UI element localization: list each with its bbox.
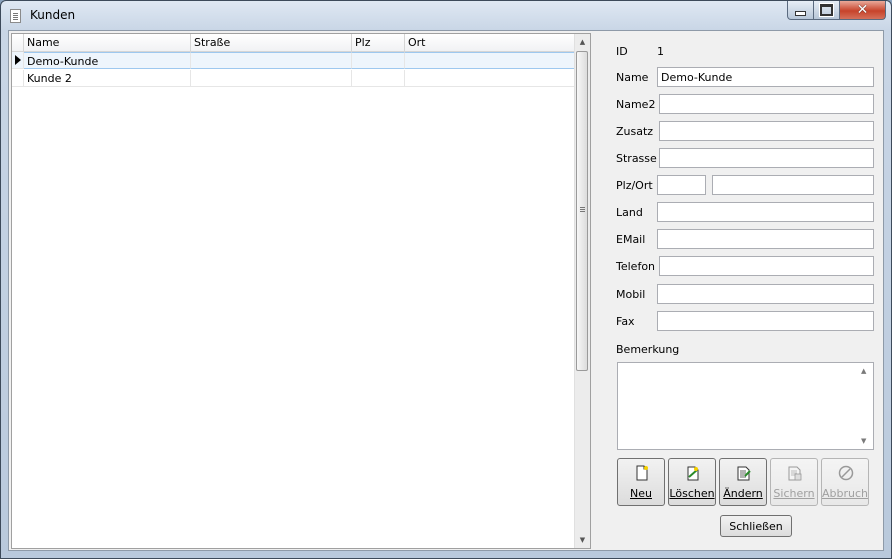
zusatz-field[interactable] <box>659 121 874 141</box>
name-field[interactable] <box>657 67 874 87</box>
neu-button[interactable]: Neu <box>617 458 665 506</box>
row-indicator <box>12 70 24 87</box>
cell-ort[interactable] <box>405 52 578 69</box>
window-title: Kunden <box>30 8 76 22</box>
window-controls: ✕ <box>787 1 886 20</box>
minimize-icon <box>795 10 806 16</box>
edit-document-icon <box>737 466 751 481</box>
fax-label: Fax <box>616 315 635 328</box>
new-document-icon <box>636 465 648 481</box>
minimize-button[interactable] <box>787 1 814 20</box>
customer-grid[interactable]: Name Straße Plz Ort Demo-Kunde Kunde 2 ▲… <box>11 33 591 549</box>
panel-splitter[interactable] <box>594 33 600 549</box>
column-header-ort[interactable]: Ort <box>405 34 578 51</box>
row-indicator <box>12 52 24 69</box>
email-label: EMail <box>616 233 646 246</box>
title-bar[interactable]: Kunden ✕ <box>1 1 891 30</box>
customer-detail-form: ID 1 Name Name2 Zusatz Strasse Plz/Ort L… <box>603 31 883 550</box>
action-button-row: Neu Löschen Ändern Sichern Abbruch <box>617 458 869 506</box>
cell-name[interactable]: Kunde 2 <box>24 70 191 87</box>
fax-field[interactable] <box>657 311 874 331</box>
maximize-button[interactable] <box>814 1 840 20</box>
plzort-label: Plz/Ort <box>616 179 653 192</box>
save-document-icon <box>788 466 802 481</box>
cancel-icon <box>838 465 854 481</box>
telefon-label: Telefon <box>616 260 656 273</box>
strasse-field[interactable] <box>659 148 874 168</box>
grip-icon <box>580 207 585 208</box>
id-label: ID <box>616 45 628 58</box>
client-area: Name Straße Plz Ort Demo-Kunde Kunde 2 ▲… <box>8 30 884 551</box>
abbruch-button-label: Abbruch <box>822 487 869 500</box>
cell-plz[interactable] <box>352 52 405 69</box>
grid-header-indicator <box>12 34 24 51</box>
aendern-button[interactable]: Ändern <box>719 458 767 506</box>
plz-field[interactable] <box>657 175 706 195</box>
strasse-label: Strasse <box>616 152 657 165</box>
delete-document-icon <box>687 466 699 481</box>
table-row[interactable]: Demo-Kunde <box>12 52 578 69</box>
name-label: Name <box>616 71 649 84</box>
land-field[interactable] <box>657 202 874 222</box>
loeschen-button[interactable]: Löschen <box>668 458 716 506</box>
land-label: Land <box>616 206 643 219</box>
bemerkung-scrollbar[interactable]: ▲ ▼ <box>857 363 873 449</box>
column-header-plz[interactable]: Plz <box>352 34 405 51</box>
mobil-label: Mobil <box>616 288 646 301</box>
scrollbar-thumb[interactable] <box>576 51 588 371</box>
grid-header: Name Straße Plz Ort <box>12 34 578 52</box>
name2-field[interactable] <box>659 94 874 114</box>
bemerkung-label: Bemerkung <box>616 343 680 356</box>
neu-button-label: Neu <box>630 487 652 500</box>
id-value: 1 <box>657 45 664 58</box>
column-header-name[interactable]: Name <box>24 34 191 51</box>
table-row[interactable]: Kunde 2 <box>12 70 578 87</box>
sichern-button[interactable]: Sichern <box>770 458 818 506</box>
document-list-icon <box>10 9 21 23</box>
mobil-field[interactable] <box>657 284 874 304</box>
ort-field[interactable] <box>712 175 874 195</box>
current-row-arrow-icon <box>15 55 21 65</box>
cell-plz[interactable] <box>352 70 405 87</box>
maximize-icon <box>819 3 834 17</box>
scroll-down-arrow-icon[interactable]: ▼ <box>861 437 866 445</box>
schliessen-button[interactable]: Schließen <box>720 515 792 537</box>
email-field[interactable] <box>657 229 874 249</box>
bemerkung-textarea[interactable]: ▲ ▼ <box>617 362 874 450</box>
zusatz-label: Zusatz <box>616 125 654 138</box>
grid-vertical-scrollbar[interactable]: ▲ ▼ <box>574 34 590 548</box>
name2-label: Name2 <box>616 98 656 111</box>
cell-strasse[interactable] <box>191 70 352 87</box>
scroll-down-arrow-icon[interactable]: ▼ <box>575 532 590 548</box>
cell-strasse[interactable] <box>191 52 352 69</box>
aendern-button-label: Ändern <box>723 487 763 500</box>
close-window-button[interactable]: ✕ <box>840 1 886 20</box>
abbruch-button[interactable]: Abbruch <box>821 458 869 506</box>
column-header-strasse[interactable]: Straße <box>191 34 352 51</box>
scroll-up-arrow-icon[interactable]: ▲ <box>861 367 866 375</box>
loeschen-button-label: Löschen <box>669 487 715 500</box>
cell-ort[interactable] <box>405 70 578 87</box>
cell-name[interactable]: Demo-Kunde <box>24 52 191 69</box>
sichern-button-label: Sichern <box>773 487 815 500</box>
scroll-up-arrow-icon[interactable]: ▲ <box>575 34 590 50</box>
close-icon: ✕ <box>856 2 869 18</box>
kunden-window: Kunden ✕ Name Straße Plz Ort Demo-Kunde <box>0 0 892 559</box>
telefon-field[interactable] <box>659 256 874 276</box>
